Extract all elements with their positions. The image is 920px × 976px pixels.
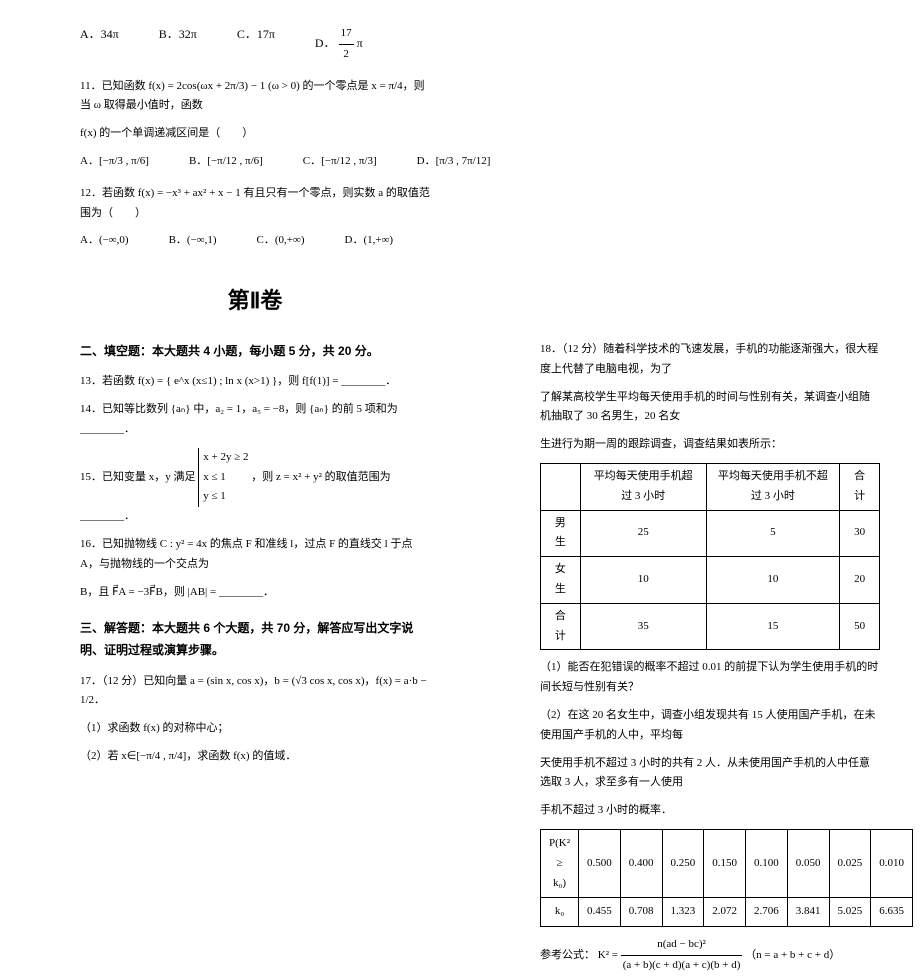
table-h2: 平均每天使用手机不超过 3 小时 (706, 463, 840, 510)
q10-options: A．34π B．32π C．17π D． 172 π (80, 24, 430, 65)
q16b: B，且 F⃗A = −3F⃗B，则 |AB| = ________． (80, 583, 430, 603)
table-row: 男生 25 5 30 (541, 510, 880, 557)
table-row: 女生 10 10 20 (541, 557, 880, 604)
option-c: C．(0,+∞) (257, 231, 305, 251)
option-d: D． 172 π (315, 24, 363, 65)
section-2-title: 第Ⅱ卷 (80, 281, 430, 321)
q11-options: A．[−π/3 , π/6] B．[−π/12 , π/6] C．[−π/12 … (80, 152, 430, 172)
k-table: P(K² ≥ k₀) 0.500 0.400 0.250 0.150 0.100… (540, 829, 913, 927)
option-b: B．32π (159, 24, 197, 65)
q18-p3: 生进行为期一周的跟踪调查，调查结果如表所示： (540, 435, 880, 455)
fill-blank-header: 二、填空题：本大题共 4 小题，每小题 5 分，共 20 分。 (80, 341, 430, 363)
option-a: A．(−∞,0) (80, 231, 129, 251)
q12-options: A．(−∞,0) B．(−∞,1) C．(0,+∞) D．(1,+∞) (80, 231, 430, 251)
option-a: A．34π (80, 24, 119, 65)
table-row: 合计 35 15 50 (541, 603, 880, 650)
usage-table: 平均每天使用手机超过 3 小时 平均每天使用手机不超过 3 小时 合计 男生 2… (540, 463, 880, 650)
q18-s4: 手机不超过 3 小时的概率． (540, 801, 880, 821)
table-row: k₀ 0.455 0.708 1.323 2.072 2.706 3.841 5… (541, 898, 913, 927)
q18-s1: （1）能否在犯错误的概率不超过 0.01 的前提下认为学生使用手机的时间长短与性… (540, 658, 880, 698)
q17-2: （2）若 x∈[−π/4 , π/4]，求函数 f(x) 的值域． (80, 747, 430, 767)
q17: 17．（12 分）已知向量 a = (sin x, cos x)，b = (√3… (80, 672, 430, 712)
q17-1: （1）求函数 f(x) 的对称中心； (80, 719, 430, 739)
q18-p2: 了解某高校学生平均每天使用手机的时间与性别有关，某调查小组随机抽取了 30 名男… (540, 388, 880, 428)
solve-header: 三、解答题：本大题共 6 个大题，共 70 分，解答应写出文字说明、证明过程或演… (80, 618, 430, 661)
table-blank (541, 463, 581, 510)
table-h1: 平均每天使用手机超过 3 小时 (580, 463, 706, 510)
table-row: P(K² ≥ k₀) 0.500 0.400 0.250 0.150 0.100… (541, 829, 913, 897)
option-b: B．(−∞,1) (169, 231, 217, 251)
q11-text2: f(x) 的一个单调递减区间是（ ） (80, 124, 430, 144)
formula-line: 参考公式： K² = n(ad − bc)² (a + b)(c + d)(a … (540, 935, 880, 976)
q12-text: 12．若函数 f(x) = −x³ + ax² + x − 1 有且只有一个零点… (80, 184, 430, 224)
q16: 16．已知抛物线 C : y² = 4x 的焦点 F 和准线 l，过点 F 的直… (80, 535, 430, 575)
option-c: C．17π (237, 24, 275, 65)
q11-text: 11．已知函数 f(x) = 2cos(ωx + 2π/3) − 1 (ω > … (80, 77, 430, 117)
q14: 14．已知等比数列 {aₙ} 中，a₂ = 1，a₅ = −8，则 {aₙ} 的… (80, 400, 430, 440)
constraint-brace: x + 2y ≥ 2 x ≤ 1 y ≤ 1 (198, 448, 248, 507)
option-d: D．(1,+∞) (345, 231, 394, 251)
q18-p1: 18．（12 分）随着科学技术的飞速发展，手机的功能逐渐强大，很大程度上代替了电… (540, 340, 880, 380)
q18-s3: 天使用手机不超过 3 小时的共有 2 人．从未使用国产手机的人中任意选取 3 人… (540, 754, 880, 794)
formula-fraction: n(ad − bc)² (a + b)(c + d)(a + c)(b + d) (621, 935, 743, 976)
q18-s2: （2）在这 20 名女生中，调查小组发现共有 15 人使用国产手机，在未使用国产… (540, 706, 880, 746)
q13: 13．若函数 f(x) = { e^x (x≤1) ; ln x (x>1) }… (80, 372, 430, 392)
table-h3: 合计 (840, 463, 880, 510)
q15: 15．已知变量 x，y 满足 x + 2y ≥ 2 x ≤ 1 y ≤ 1 ，则… (80, 448, 430, 527)
option-c: C．[−π/12 , π/3] (303, 152, 377, 172)
option-b: B．[−π/12 , π/6] (189, 152, 263, 172)
option-a: A．[−π/3 , π/6] (80, 152, 149, 172)
